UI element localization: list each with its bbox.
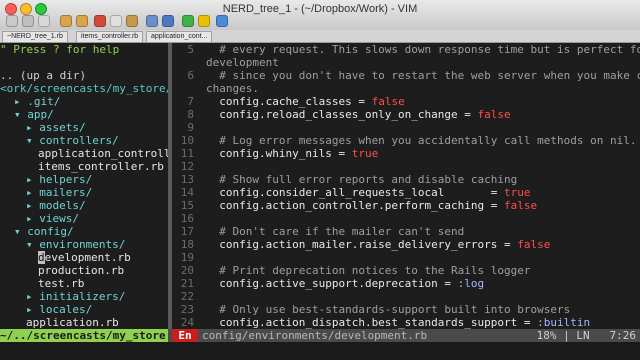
tree-help: " Press ? for help [0,43,120,56]
tree-file-item[interactable]: items_controller.rb [38,160,164,173]
tree-file-item[interactable]: application.rb [26,316,119,329]
tree-dir-item[interactable]: ▸ initializers/ [26,290,125,303]
code-line[interactable]: # Don't care if the mailer can't send [206,225,464,238]
line-number: 12 [180,160,194,173]
code-line[interactable]: config.whiny_nils = true [206,147,378,160]
tree-file-item[interactable]: production.rb [38,264,124,277]
line-number: 6 [187,69,194,82]
command-line[interactable] [0,342,640,360]
tree-dir-item[interactable]: ▾ config/ [14,225,74,238]
tree-file-item[interactable]: development.rb [38,251,131,264]
run-icon[interactable] [182,15,194,27]
line-number: 8 [187,108,194,121]
line-number: 9 [187,121,194,134]
line-number [172,56,194,69]
nerdtree-status: ~/../screencasts/my_store [0,329,168,342]
code-line[interactable]: config.active_support.deprecation = :log [206,277,484,290]
tree-dir-item[interactable]: ▸ .git/ [14,95,60,108]
tree-dir-item[interactable]: ▾ controllers/ [26,134,119,147]
code-line[interactable]: changes. [206,82,259,95]
print-icon[interactable] [38,15,50,27]
tree-up-dir[interactable]: .. (up a dir) [0,69,86,82]
line-number: 19 [180,251,194,264]
code-line[interactable]: config.action_controller.perform_caching… [206,199,537,212]
code-line[interactable]: # Print deprecation notices to the Rails… [206,264,530,277]
line-number: 16 [180,212,194,225]
paste-icon[interactable] [126,15,138,27]
window-title: NERD_tree_1 - (~/Dropbox/Work) - VIM [222,3,418,15]
line-number: 10 [180,134,194,147]
tree-dir-item[interactable]: ▸ models/ [26,199,86,212]
cut-icon[interactable] [94,15,106,27]
tab-application-controller[interactable]: application_cont... [146,31,213,42]
line-number: 13 [180,173,194,186]
code-line[interactable]: development [206,56,279,69]
copy-icon[interactable] [110,15,122,27]
open-file-icon[interactable] [6,15,18,27]
code-line[interactable]: config.action_dispatch.best_standards_su… [206,316,590,329]
redo-icon[interactable] [76,15,88,27]
code-line[interactable]: # Only use best-standards-support built … [206,303,570,316]
tree-dir-item[interactable]: ▸ helpers/ [26,173,92,186]
undo-icon[interactable] [60,15,72,27]
file-path: config/environments/development.rb [202,329,428,342]
position-info: 18% | LN 7:26 [536,329,636,342]
line-number: 24 [180,316,194,329]
tree-dir-item[interactable]: ▾ app/ [14,108,54,121]
tab-items-controller[interactable]: items_controller.rb [76,31,144,42]
code-line[interactable]: # Show full error reports and disable ca… [206,173,517,186]
line-number: 18 [180,238,194,251]
help-icon[interactable] [216,15,228,27]
tree-file-item[interactable]: test.rb [38,277,84,290]
tree-dir-item[interactable]: ▸ assets/ [26,121,86,134]
line-number: 15 [180,199,194,212]
find-replace-icon[interactable] [162,15,174,27]
mode-indicator: En [172,329,198,342]
tab-nerdtree[interactable]: ~NERD_tree_1.rb [2,31,68,42]
code-line[interactable]: # every request. This slows down respons… [206,43,640,56]
line-number: 11 [180,147,194,160]
line-number: 14 [180,186,194,199]
line-number: 23 [180,303,194,316]
code-line[interactable]: # since you don't have to restart the we… [206,69,640,82]
line-number: 20 [180,264,194,277]
tree-dir-item[interactable]: ▾ environments/ [26,238,125,251]
editor-pane[interactable]: 5 # every request. This slows down respo… [172,43,640,329]
nerdtree-pane[interactable]: " Press ? for help .. (up a dir) <ork/sc… [0,43,168,329]
line-number [172,82,194,95]
tree-dir-item[interactable]: ▸ locales/ [26,303,92,316]
line-number: 17 [180,225,194,238]
line-number: 22 [180,290,194,303]
tree-root[interactable]: <ork/screencasts/my_store/ [0,82,168,95]
line-number: 21 [180,277,194,290]
title-bar: NERD_tree_1 - (~/Dropbox/Work) - VIM [0,0,640,31]
vim-window: NERD_tree_1 - (~/Dropbox/Work) - VIM ~NE… [0,0,640,360]
find-icon[interactable] [146,15,158,27]
save-icon[interactable] [22,15,34,27]
code-line[interactable]: config.cache_classes = false [206,95,404,108]
tree-dir-item[interactable]: ▸ mailers/ [26,186,92,199]
line-number: 5 [187,43,194,56]
tab-bar: ~NERD_tree_1.rb items_controller.rb appl… [0,30,640,43]
code-line[interactable]: # Log error messages when you accidental… [206,134,636,147]
code-line[interactable]: config.consider_all_requests_local = tru… [206,186,530,199]
tree-dir-item[interactable]: ▸ views/ [26,212,79,225]
line-number: 7 [187,95,194,108]
build-icon[interactable] [198,15,210,27]
tree-file-item[interactable]: application_controll [38,147,168,160]
code-line[interactable]: config.reload_classes_only_on_change = f… [206,108,510,121]
status-line: ~/../screencasts/my_store En config/envi… [0,329,640,342]
code-line[interactable]: config.action_mailer.raise_delivery_erro… [206,238,550,251]
